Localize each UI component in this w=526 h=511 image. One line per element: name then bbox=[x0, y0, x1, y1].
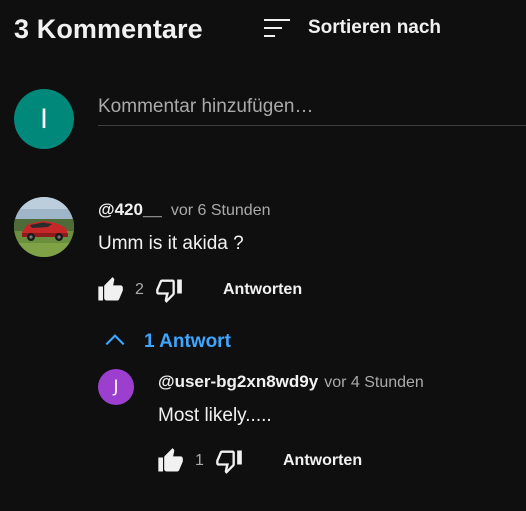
like-button[interactable] bbox=[156, 447, 184, 475]
thumbs-up-icon bbox=[98, 277, 123, 301]
add-comment-input[interactable] bbox=[98, 89, 526, 126]
sort-icon bbox=[262, 16, 292, 40]
dislike-button[interactable] bbox=[155, 276, 183, 304]
comment-author[interactable]: @420__ bbox=[98, 200, 162, 220]
commenter-avatar[interactable] bbox=[14, 197, 74, 257]
reply-timestamp[interactable]: vor 4 Stunden bbox=[324, 374, 424, 392]
comment-count-title: 3 Kommentare bbox=[14, 14, 203, 44]
reply-author[interactable]: @user-bg2xn8wd9y bbox=[158, 372, 318, 392]
avatar-letter: J bbox=[113, 377, 119, 397]
reply-button[interactable]: Antworten bbox=[283, 452, 362, 470]
dislike-button[interactable] bbox=[215, 447, 243, 475]
like-count: 2 bbox=[135, 281, 144, 298]
reply-actions: 1 Antworten bbox=[156, 445, 362, 477]
car-photo-avatar bbox=[14, 197, 74, 257]
avatar-letter: I bbox=[40, 103, 48, 135]
comment-actions: 2 Antworten bbox=[96, 274, 302, 306]
add-comment-box: I bbox=[14, 89, 526, 149]
thumbs-down-icon bbox=[216, 450, 242, 474]
like-button[interactable] bbox=[96, 276, 124, 304]
reply-avatar[interactable]: J bbox=[98, 369, 134, 405]
reply-button[interactable]: Antworten bbox=[223, 281, 302, 299]
reply-meta: @user-bg2xn8wd9y vor 4 Stunden bbox=[158, 372, 424, 392]
sort-label: Sortieren nach bbox=[308, 17, 442, 38]
thumbs-down-icon bbox=[156, 279, 182, 303]
replies-count-label: 1 Antwort bbox=[144, 331, 231, 352]
sort-button[interactable]: Sortieren nach bbox=[262, 12, 441, 44]
comments-header: 3 Kommentare Sortieren nach bbox=[0, 0, 526, 64]
comment-text: Umm is it akida ? bbox=[98, 233, 244, 254]
comment-meta: @420__ vor 6 Stunden bbox=[98, 200, 270, 220]
chevron-up-icon bbox=[102, 327, 128, 358]
user-avatar[interactable]: I bbox=[14, 89, 74, 149]
like-count: 1 bbox=[195, 452, 204, 469]
comment-timestamp[interactable]: vor 6 Stunden bbox=[171, 202, 271, 220]
replies-toggle[interactable]: 1 Antwort bbox=[102, 327, 231, 357]
reply-text: Most likely..... bbox=[158, 405, 272, 426]
thumbs-up-icon bbox=[158, 448, 183, 472]
